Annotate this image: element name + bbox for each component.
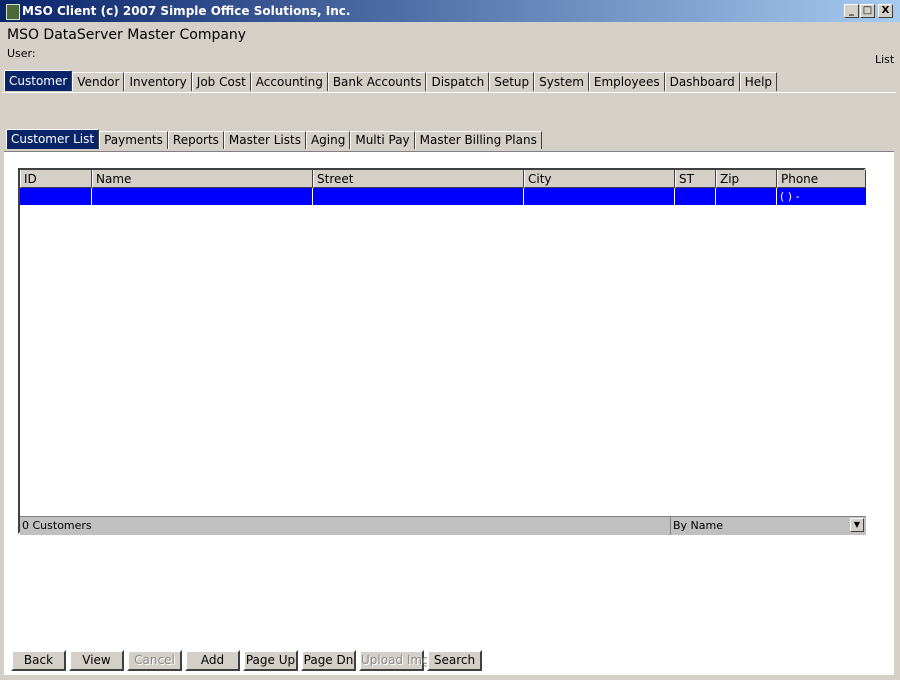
chevron-down-icon[interactable]: ▼ [850,518,864,532]
upload-img-button[interactable]: Upload Img [359,650,430,671]
tab-help[interactable]: Help [739,72,778,91]
search-button[interactable]: Search [427,650,482,671]
subtab-master-billing-plans[interactable]: Master Billing Plans [414,131,542,149]
tab-divider [2,92,896,93]
grid-header: ID Name Street City ST Zip Phone [20,170,866,188]
column-zip[interactable]: Zip [716,170,777,188]
tab-inventory[interactable]: Inventory [124,72,192,91]
title-bar[interactable]: MSO Client (c) 2007 Simple Office Soluti… [0,0,900,22]
column-id[interactable]: ID [20,170,92,188]
cancel-button[interactable]: Cancel [127,650,182,671]
customer-count: 0 Customers [22,519,92,532]
tab-system[interactable]: System [534,72,589,91]
subtab-multi-pay[interactable]: Multi Pay [350,131,415,149]
tab-dispatch[interactable]: Dispatch [426,72,490,91]
grid-footer: 0 Customers By Name ▼ [20,516,866,535]
maximize-button[interactable]: □ [860,4,875,18]
tab-vendor[interactable]: Vendor [72,72,125,91]
column-phone[interactable]: Phone [777,170,866,188]
cell-st [675,188,716,205]
subtab-master-lists[interactable]: Master Lists [223,131,306,149]
column-name[interactable]: Name [92,170,313,188]
close-button[interactable]: X [878,4,893,18]
company-name: MSO DataServer Master Company [7,27,247,43]
subtab-reports[interactable]: Reports [167,131,224,149]
minimize-button[interactable]: _ [844,4,859,18]
app-icon [6,4,20,20]
add-button[interactable]: Add [185,650,240,671]
tab-accounting[interactable]: Accounting [250,72,328,91]
column-st[interactable]: ST [675,170,716,188]
window-title: MSO Client (c) 2007 Simple Office Soluti… [22,4,351,18]
main-tab-bar: Customer Vendor Inventory Job Cost Accountin… [4,70,778,92]
subtab-payments[interactable]: Payments [99,131,168,149]
sort-value: By Name [673,519,724,532]
subtab-customer-list[interactable]: Customer List [6,129,100,149]
subtab-aging[interactable]: Aging [305,131,351,149]
cell-name [92,188,313,205]
cell-street [313,188,524,205]
tab-customer[interactable]: Customer [4,70,73,91]
tab-job-cost[interactable]: Job Cost [191,72,251,91]
sub-tab-bar: Customer List Payments Reports Master Lists… [6,129,542,150]
tab-bank-accounts[interactable]: Bank Accounts [327,72,427,91]
customer-grid[interactable]: ID Name Street City ST Zip Phone ( ) - 0… [18,168,866,535]
column-city[interactable]: City [524,170,675,188]
tab-setup[interactable]: Setup [489,72,535,91]
user-label: User: [7,47,36,60]
list-label: List [875,53,895,66]
back-button[interactable]: Back [11,650,66,671]
tab-dashboard[interactable]: Dashboard [664,72,740,91]
tab-employees[interactable]: Employees [588,72,665,91]
cell-zip [716,188,777,205]
cell-city [524,188,675,205]
view-button[interactable]: View [69,650,124,671]
column-street[interactable]: Street [313,170,524,188]
table-row[interactable]: ( ) - [20,188,866,205]
page-down-button[interactable]: Page Dn [301,650,356,671]
sort-select[interactable]: By Name ▼ [670,517,866,535]
cell-id [20,188,92,205]
cell-phone: ( ) - [780,190,800,203]
page-up-button[interactable]: Page Up [243,650,298,671]
